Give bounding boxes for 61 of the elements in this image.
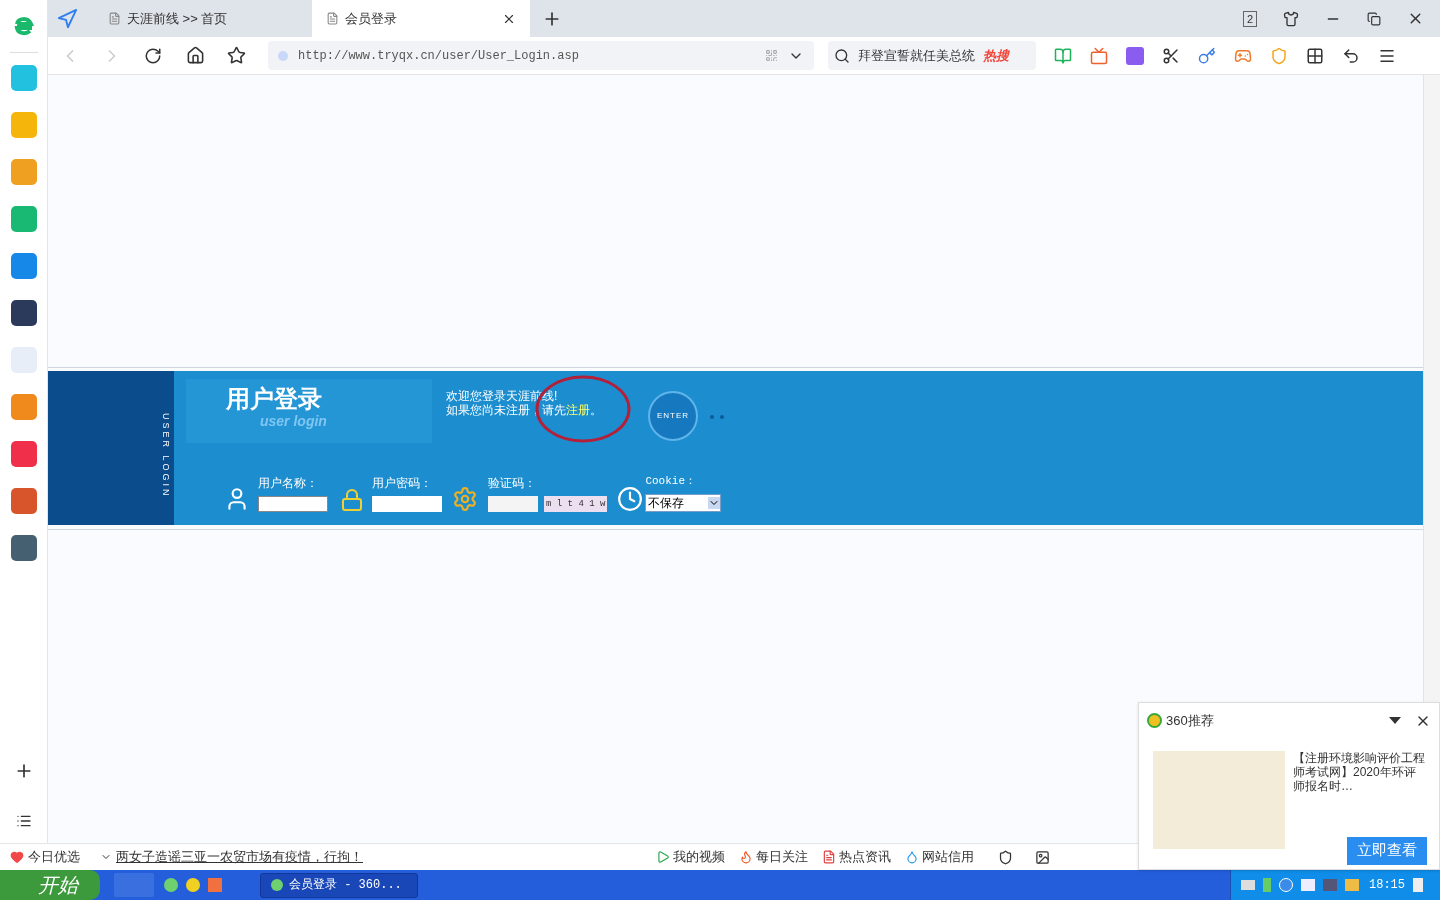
status-item[interactable]: 热点资讯: [839, 847, 891, 867]
login-subtitle: user login: [260, 413, 328, 429]
undo-icon[interactable]: [1342, 46, 1360, 65]
apps-grid-icon[interactable]: [1306, 46, 1324, 65]
captcha-image: m l t 4 1 w: [544, 495, 608, 512]
browser-tab[interactable]: 会员登录: [312, 0, 530, 37]
address-bar[interactable]: http://www.tryqx.cn/user/User_Login.asp: [268, 41, 814, 70]
clock: 18:15: [1369, 877, 1405, 894]
cookie-select[interactable]: 不保存: [645, 493, 722, 512]
field-label: 用户密码：: [372, 474, 433, 492]
tab-count[interactable]: 2: [1242, 10, 1257, 27]
status-item[interactable]: 我的视频: [673, 847, 725, 867]
plus-logo-icon: [1147, 713, 1162, 729]
navigation-icon[interactable]: [56, 8, 78, 30]
scissors-icon[interactable]: [1162, 46, 1180, 65]
qr-code-icon[interactable]: [765, 49, 778, 62]
enter-button[interactable]: ENTER: [648, 391, 698, 441]
clock-icon: [617, 485, 644, 512]
skin-icon[interactable]: [1283, 10, 1299, 27]
username-field[interactable]: [258, 495, 328, 512]
tv-icon[interactable]: [1090, 46, 1108, 65]
news-link[interactable]: 两女子造谣三亚一农贸市场有疫情，行拘！: [116, 847, 363, 867]
popup-title: 360推荐: [1166, 712, 1214, 730]
ad-text[interactable]: 【注册环境影响评价工程师考试网】2020年环评师报名时…: [1293, 750, 1425, 793]
status-item[interactable]: 每日关注: [756, 847, 808, 867]
reload-icon[interactable]: [144, 46, 162, 65]
restore-icon[interactable]: [1367, 11, 1381, 26]
page-icon: [326, 12, 339, 25]
heart-icon[interactable]: [10, 850, 24, 864]
dropdown-icon[interactable]: [1389, 717, 1401, 725]
side-label: USER LOGIN: [160, 413, 172, 499]
gear-icon: [452, 485, 478, 512]
page-icon: [108, 12, 121, 25]
fire-icon: [739, 850, 753, 864]
lock-icon: [340, 487, 364, 512]
book-icon[interactable]: [1054, 46, 1072, 65]
taskbar-window[interactable]: 会员登录 - 360...: [260, 872, 418, 898]
start-button[interactable]: 开始: [0, 870, 100, 900]
captcha-field[interactable]: [488, 495, 538, 512]
site-icon: [278, 50, 288, 61]
chevron-down-icon[interactable]: [708, 496, 721, 509]
star-icon[interactable]: [227, 46, 246, 65]
drop-icon: [905, 850, 919, 864]
login-title: 用户登录: [226, 385, 323, 413]
register-prompt: 如果您尚未注册，请先注册。: [446, 403, 602, 417]
app-shortcut-icon[interactable]: [10, 535, 37, 561]
list-icon[interactable]: [15, 813, 32, 829]
field-label: Cookie：: [645, 474, 698, 489]
today-picks[interactable]: 今日优选: [28, 847, 80, 867]
search-field[interactable]: 拜登宣誓就任美总统 热搜: [828, 41, 1036, 70]
image-icon[interactable]: [1035, 849, 1050, 865]
app-shortcut-icon[interactable]: [10, 300, 37, 326]
password-field[interactable]: [372, 495, 442, 512]
shield-icon[interactable]: [998, 849, 1013, 865]
play-icon: [656, 850, 670, 864]
news-icon: [822, 850, 836, 864]
status-item[interactable]: 网站信用: [922, 847, 974, 867]
home-icon[interactable]: [186, 46, 205, 65]
search-icon[interactable]: [834, 47, 850, 64]
field-label: 用户名称：: [258, 474, 319, 492]
field-label: 验证码：: [488, 474, 537, 492]
